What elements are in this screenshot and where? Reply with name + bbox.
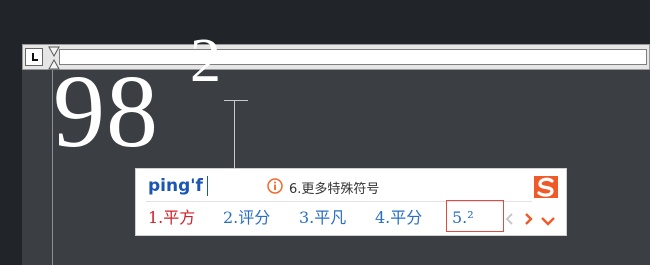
candidate-4[interactable]: 4.平分 [375,207,422,229]
ime-composition-text: ping'f [148,176,203,196]
left-tab-icon[interactable] [25,48,43,66]
superscript-text[interactable]: 2 [190,30,221,92]
base-number-text[interactable]: 98 [53,60,159,164]
text-cursor-line [234,100,235,170]
candidate-3[interactable]: 3.平凡 [299,207,346,229]
ime-candidate-window: ping'f 6.更多特殊符号 1.平方 2.评分 3.平凡 4.平分 5.² [135,168,567,236]
ime-caret [207,176,208,196]
info-circle-icon[interactable] [267,178,283,194]
candidate-5-highlight [446,200,504,232]
text-cursor-crosshair [224,100,248,101]
chevron-down-icon[interactable] [540,215,556,227]
chevron-right-icon[interactable] [522,213,534,225]
app-background-left [0,44,22,265]
candidate-1[interactable]: 1.平方 [148,207,195,229]
chevron-left-icon[interactable] [504,213,516,225]
app-background-top [0,0,650,44]
sogou-logo-icon[interactable] [531,173,561,201]
candidate-2[interactable]: 2.评分 [223,207,270,229]
special-symbols-hint[interactable]: 6.更多特殊符号 [289,178,379,197]
